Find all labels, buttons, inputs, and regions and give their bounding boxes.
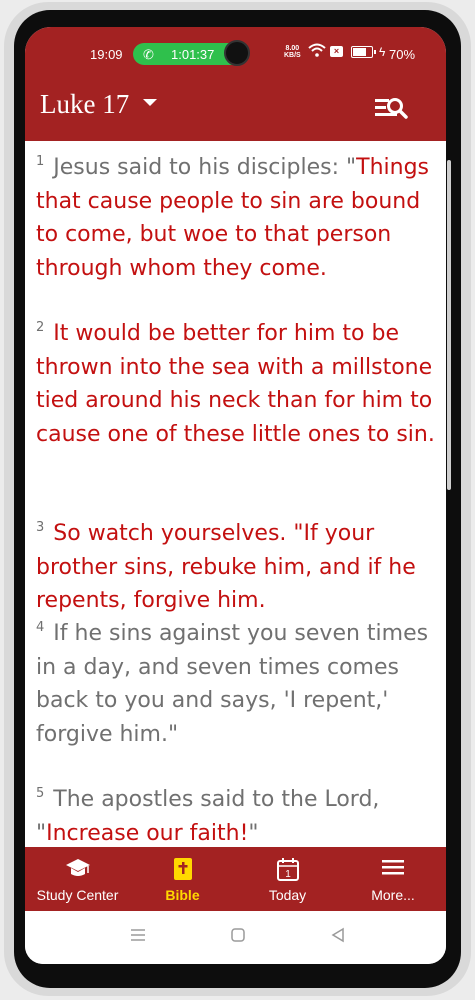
verse-number: 3 [36, 520, 45, 535]
chevron-down-icon[interactable] [143, 99, 157, 106]
home-icon[interactable] [230, 927, 246, 943]
nav-today[interactable]: 1 Today [235, 847, 340, 911]
verse-5[interactable]: 5 The apostles said to the Lord, "Increa… [36, 783, 440, 847]
words-of-jesus: So watch yourselves. "If your brother si… [36, 521, 416, 613]
calendar-icon: 1 [276, 858, 299, 881]
status-time: 19:09 [90, 47, 123, 62]
page-scrollbar[interactable] [447, 160, 451, 490]
calendar-day: 1 [285, 869, 291, 880]
charging-icon: ϟ [379, 45, 386, 59]
graduation-cap-icon [65, 859, 90, 876]
nav-label: Today [268, 887, 307, 903]
nav-label: Bible [165, 887, 200, 903]
network-speed: 8.00 KB/S [284, 45, 301, 59]
nav-bible[interactable]: Bible [130, 847, 235, 911]
system-navigation-bar [25, 911, 446, 964]
battery-icon [351, 46, 373, 58]
battery-level [353, 48, 366, 56]
verse-2[interactable]: 2 It would be better for him to be throw… [36, 317, 440, 451]
list-search-icon[interactable] [373, 93, 409, 123]
book-chapter-title[interactable]: Luke 17 [40, 89, 129, 120]
verse-4[interactable]: 4 If he sins against you seven times in … [36, 617, 440, 751]
nav-more[interactable]: More... [340, 847, 446, 911]
verse-text: If he sins against you seven times in a … [36, 621, 429, 747]
app-bar: 19:09 ✆ 1:01:37 8.00 KB/S × ϟ 70% Luke 1… [25, 27, 446, 141]
words-of-jesus: Increase our faith! [46, 820, 249, 846]
verse-number: 1 [36, 154, 45, 169]
verse-number: 2 [36, 320, 45, 335]
back-icon[interactable] [330, 927, 346, 943]
front-camera [224, 40, 250, 66]
status-bar: 19:09 ✆ 1:01:37 8.00 KB/S × ϟ 70% [25, 40, 446, 69]
verse-1[interactable]: 1 Jesus said to his disciples: "Things t… [36, 151, 440, 285]
chapter-text[interactable]: 1 Jesus said to his disciples: "Things t… [25, 141, 446, 847]
wifi-icon [308, 43, 326, 57]
phone-icon: ✆ [143, 47, 154, 62]
call-timer: 1:01:37 [171, 47, 215, 62]
notification-x-icon: × [330, 46, 343, 57]
nav-label: Study Center [36, 887, 119, 903]
recent-apps-icon[interactable] [130, 927, 146, 943]
verse-text: Jesus said to his disciples: " [53, 155, 357, 180]
nav-label: More... [371, 887, 415, 903]
verse-number: 5 [36, 786, 45, 801]
network-speed-value: 8.00 [285, 45, 300, 52]
verse-text: " [248, 820, 259, 846]
battery-percent: 70% [389, 47, 416, 62]
battery-tip [374, 50, 376, 54]
verse-number: 4 [36, 620, 45, 635]
verse-3[interactable]: 3 So watch yourselves. "If your brother … [36, 517, 440, 618]
words-of-jesus: It would be better for him to be thrown … [36, 321, 435, 447]
menu-icon [382, 860, 404, 875]
bottom-navigation: Study Center Bible 1 Today More... [25, 847, 446, 911]
app-screen: 19:09 ✆ 1:01:37 8.00 KB/S × ϟ 70% Luke 1… [25, 27, 446, 964]
network-speed-unit: KB/S [284, 52, 301, 59]
nav-study-center[interactable]: Study Center [25, 847, 130, 911]
bible-icon [173, 858, 192, 880]
